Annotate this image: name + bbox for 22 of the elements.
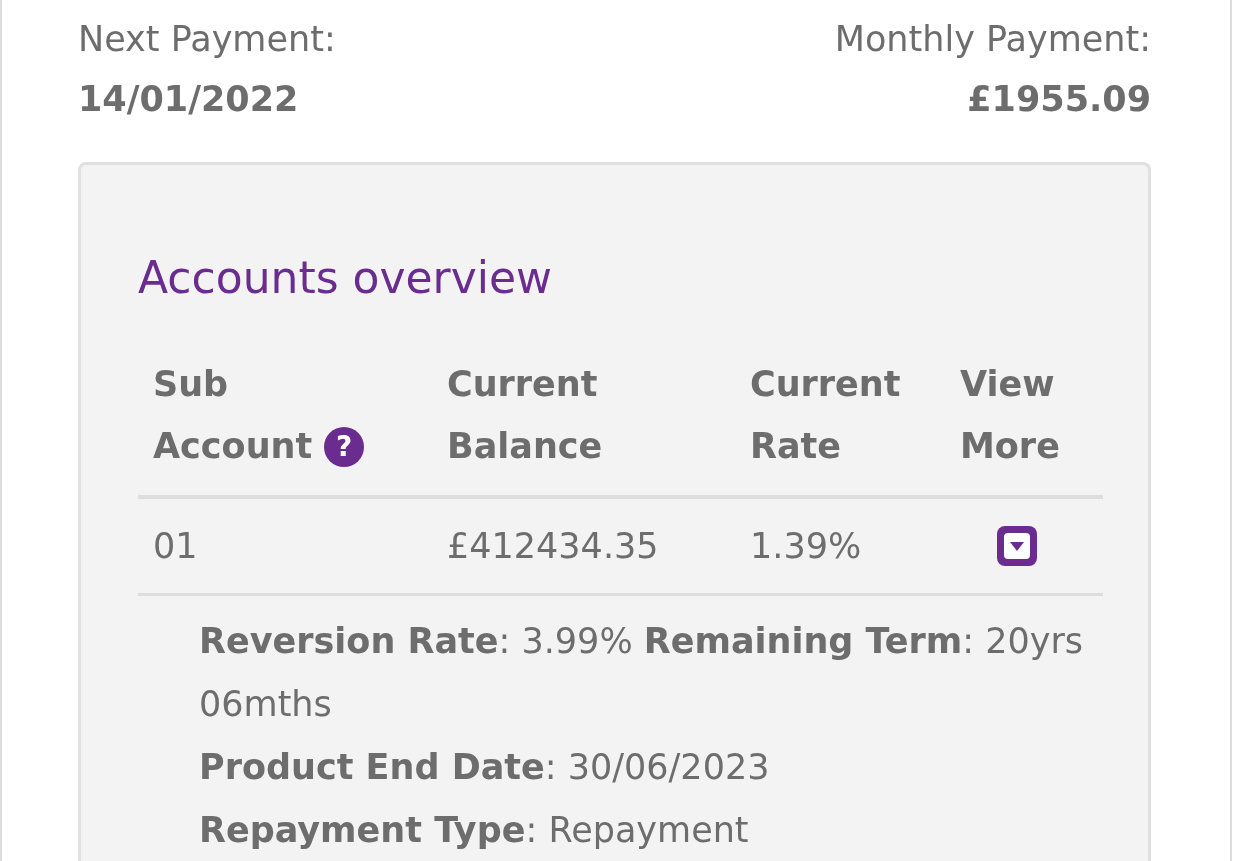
column-header: Sub — [153, 363, 229, 406]
card-title: Accounts overview — [138, 251, 553, 305]
column-header: Current — [750, 363, 901, 406]
summary-label: Monthly Payment: — [834, 18, 1151, 61]
summary-label: Next Payment: — [78, 18, 336, 61]
column-header: More — [960, 425, 1060, 468]
detail-text: Product End Date: 30/06/2023 — [199, 746, 771, 789]
column-header: Current — [447, 363, 598, 406]
expand-toggle[interactable] — [996, 526, 1037, 566]
summary-value: £1955.09 — [967, 78, 1151, 121]
table-cell: 01 — [153, 526, 198, 566]
column-header: Rate — [750, 425, 842, 468]
detail-text: Reversion Rate: 3.99% Remaining Term: 20yrs 06mths — [199, 620, 1085, 726]
column-header: Balance — [447, 425, 603, 468]
column-header: View — [960, 363, 1055, 406]
caret-icon — [1002, 532, 1031, 560]
table-cell: £412434.35 — [447, 526, 659, 566]
column-header: Account — [153, 425, 313, 468]
help-icon[interactable]: ? — [324, 426, 365, 467]
table-cell: 1.39% — [750, 526, 862, 566]
summary-value: 14/01/2022 — [78, 78, 299, 121]
detail-text: Repayment Type: Repayment — [199, 809, 750, 852]
